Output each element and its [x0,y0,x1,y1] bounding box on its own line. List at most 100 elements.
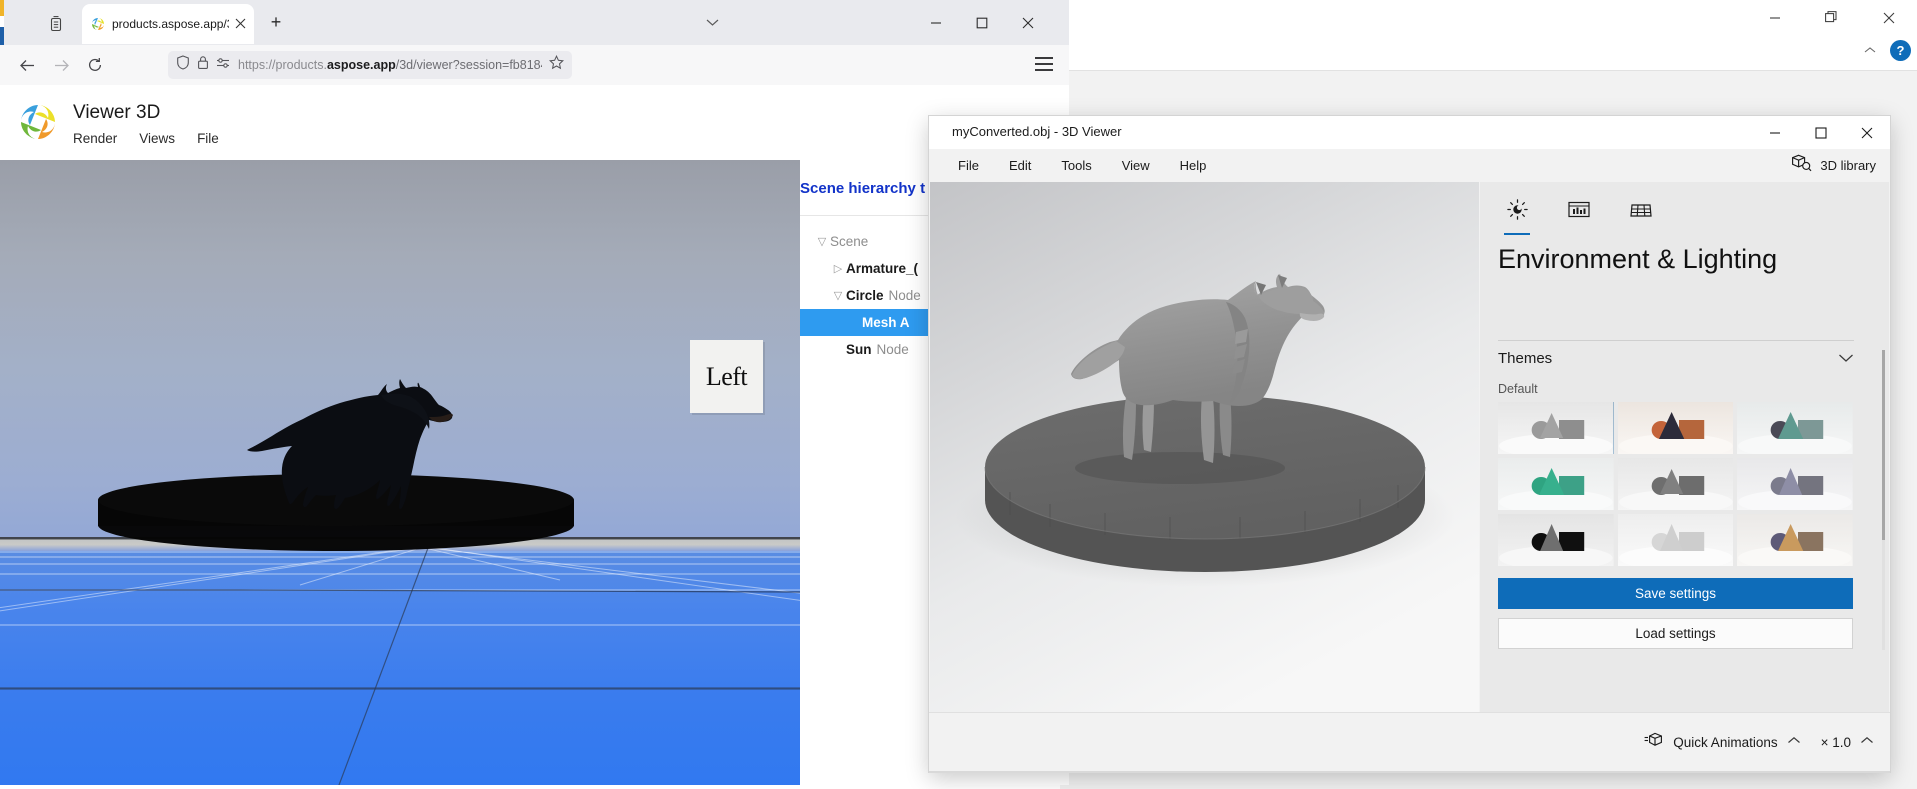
tab-list-icon[interactable] [42,10,70,38]
themes-subsection-label: Default [1498,382,1538,396]
theme-swatch[interactable] [1498,514,1614,566]
viewport-grid [0,379,800,785]
browser-tabstrip: products.aspose.app/3d/viewer + [0,0,1069,45]
themes-label: Themes [1498,350,1553,367]
window-accent-stripe [0,0,4,45]
tab-overflow-chevron-down-icon[interactable] [700,10,724,34]
tab-effects[interactable] [1560,196,1598,228]
3d-library-label: 3D library [1820,157,1876,173]
theme-swatch[interactable] [1617,402,1734,454]
chevron-down-icon[interactable] [1838,351,1854,366]
tree-item-type: Node [876,342,909,357]
quick-animations-control[interactable]: Quick Animations [1644,732,1800,752]
theme-swatch[interactable] [1498,458,1614,510]
viewer-properties-panel: Environment & Lighting Themes Default Sa… [1480,182,1889,712]
hamburger-menu-icon[interactable] [1035,57,1053,71]
caret-right-icon[interactable]: ▷ [830,262,846,275]
sun-brightness-icon [1506,199,1528,225]
tree-item-type: Node [888,288,921,303]
background-close-button[interactable] [1860,0,1917,35]
background-app-titlebar: ? [1060,0,1917,61]
panel-divider [1498,340,1854,341]
theme-swatch[interactable] [1617,514,1734,566]
tab-environment-lighting[interactable] [1498,196,1536,235]
tree-item-label: Sun [846,342,872,357]
playback-speed-label: × 1.0 [1820,734,1851,750]
menu-item-render[interactable]: Render [73,131,117,146]
address-bar[interactable]: https://products.aspose.app/3d/viewer?se… [168,51,572,79]
window-bottom-edge [929,771,1890,773]
new-tab-button[interactable]: + [262,8,290,36]
browser-tab[interactable]: products.aspose.app/3d/viewer [82,4,254,44]
viewer-window-title: myConverted.obj - 3D Viewer [952,124,1122,139]
url-domain: aspose.app [326,58,396,72]
address-bar-url: https://products.aspose.app/3d/viewer?se… [238,58,542,72]
viewer-menu-tools[interactable]: Tools [1046,149,1106,181]
page-title: Viewer 3D [73,102,161,123]
load-settings-button[interactable]: Load settings [1498,618,1853,649]
grid-table-icon [1630,200,1652,224]
themes-section-header[interactable]: Themes [1498,350,1854,367]
shield-icon[interactable] [176,55,190,75]
lock-icon[interactable] [197,55,209,75]
3d-library-button[interactable]: 3D library [1791,149,1876,181]
viewer-menu-view[interactable]: View [1107,149,1165,181]
arrow-right-icon[interactable] [44,48,78,82]
menu-item-views[interactable]: Views [139,131,175,146]
tree-item-label: Scene [830,234,869,249]
tree-item-label: Armature_( [846,261,919,276]
web-app-header: Viewer 3D Render Views File [0,85,1069,160]
star-icon[interactable] [548,54,565,75]
viewer-menu-edit[interactable]: Edit [994,149,1046,181]
browser-minimize-button[interactable] [913,0,959,45]
theme-swatch[interactable] [1737,458,1853,510]
arrow-left-icon[interactable] [10,48,44,82]
viewer-window-controls [1752,116,1890,149]
background-restore-button[interactable] [1803,0,1860,35]
reload-icon[interactable] [78,48,112,82]
tree-item-label: Mesh A [862,315,910,330]
viewer-titlebar[interactable]: myConverted.obj - 3D Viewer [929,116,1890,149]
chevron-up-icon[interactable] [1860,736,1874,748]
cube-search-icon [1791,154,1812,176]
quick-animations-label: Quick Animations [1673,734,1778,750]
browser-close-button[interactable] [1005,0,1051,45]
caret-down-icon[interactable]: ▽ [814,235,830,248]
theme-swatch[interactable] [1737,402,1853,454]
menu-item-file[interactable]: File [197,131,219,146]
theme-swatch[interactable] [1737,514,1853,566]
tree-item-label: Circle [846,288,884,303]
panel-scrollbar-thumb[interactable] [1882,350,1885,540]
theme-swatch[interactable] [1617,458,1734,510]
chevron-up-icon[interactable] [1864,43,1876,57]
browser-content-area: Viewer 3D Render Views File Left Scene h… [0,85,1069,785]
permissions-icon[interactable] [216,56,231,74]
url-path: /3d/viewer?session=fb818447-9316- [395,58,542,72]
viewer-menu-file[interactable]: File [943,149,994,181]
viewer-menu-help[interactable]: Help [1165,149,1222,181]
browser-window-controls [913,0,1051,45]
save-settings-button[interactable]: Save settings [1498,578,1853,609]
viewer-minimize-button[interactable] [1752,116,1798,149]
viewer-maximize-button[interactable] [1798,116,1844,149]
viewer-close-button[interactable] [1844,116,1890,149]
caret-down-icon[interactable]: ▽ [830,289,846,302]
web-3d-viewport[interactable]: Left [0,160,800,785]
help-question-icon[interactable]: ? [1890,39,1911,61]
close-icon[interactable] [235,18,246,31]
browser-window: products.aspose.app/3d/viewer + [0,0,1069,785]
browser-maximize-button[interactable] [959,0,1005,45]
aspose-logo-icon [90,16,106,32]
screen-root: ? products.aspose.app/ + https://product… [0,0,1917,789]
tab-grid[interactable] [1622,196,1660,228]
playback-speed-control[interactable]: × 1.0 [1821,735,1874,750]
animation-cube-icon [1644,732,1664,752]
viewer-status-bar: Quick Animations × 1.0 [929,712,1890,771]
background-window-controls [1746,0,1917,35]
viewer-render-canvas[interactable] [930,182,1479,712]
view-orientation-cube[interactable]: Left [690,340,763,413]
background-minimize-button[interactable] [1746,0,1803,35]
chevron-up-icon[interactable] [1787,736,1801,748]
theme-swatch[interactable] [1498,402,1614,454]
scene-hierarchy-title: Scene hierarchy t [800,180,926,197]
